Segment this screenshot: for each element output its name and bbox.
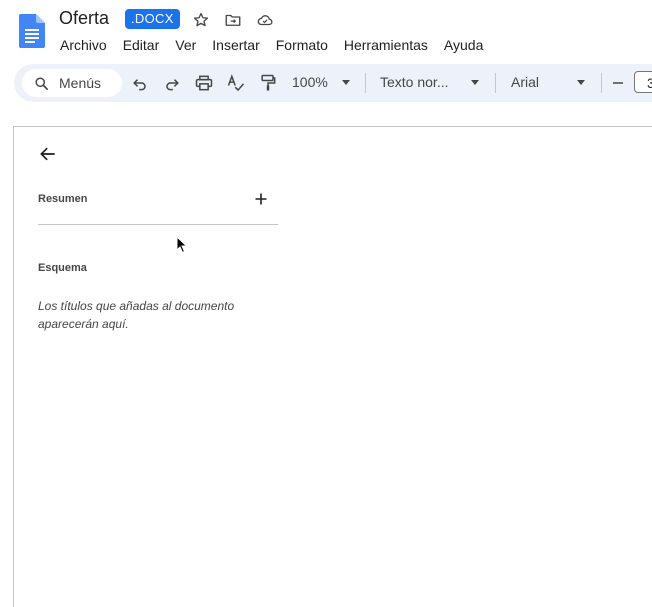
outline-heading: Esquema [38, 262, 87, 274]
toolbar-divider [601, 73, 602, 93]
toolbar-divider [495, 73, 496, 93]
back-arrow-icon[interactable] [38, 144, 58, 164]
font-size-input[interactable]: 3 [634, 71, 652, 93]
summary-divider [38, 224, 278, 225]
file-format-badge: .DOCX [125, 9, 180, 29]
move-to-folder-icon[interactable] [224, 11, 242, 29]
redo-icon[interactable] [162, 73, 182, 93]
print-icon[interactable] [194, 73, 214, 93]
font-dropdown-icon[interactable] [577, 80, 585, 85]
menu-herramientas[interactable]: Herramientas [344, 36, 428, 54]
add-summary-icon[interactable] [253, 191, 269, 207]
document-area [13, 126, 652, 607]
toolbar-divider [365, 73, 366, 93]
undo-icon[interactable] [130, 73, 150, 93]
paragraph-style-dropdown-icon[interactable] [471, 80, 479, 85]
decrease-font-size-icon[interactable] [608, 73, 628, 93]
spellcheck-icon[interactable] [226, 73, 246, 93]
menu-bar: Archivo Editar Ver Insertar Formato Herr… [60, 36, 499, 54]
cloud-saved-icon[interactable] [256, 11, 274, 29]
outline-empty-message: Los títulos que añadas al documento apar… [38, 299, 235, 331]
zoom-dropdown-icon[interactable] [342, 80, 350, 85]
search-menus-label: Menús [59, 75, 102, 91]
star-icon[interactable] [192, 11, 210, 29]
menu-archivo[interactable]: Archivo [60, 36, 107, 54]
paragraph-style-select[interactable]: Texto nor... [380, 74, 448, 90]
docs-logo-icon[interactable] [19, 14, 45, 48]
mouse-pointer-icon [176, 236, 188, 254]
menu-ver[interactable]: Ver [175, 36, 196, 54]
menu-formato[interactable]: Formato [276, 36, 328, 54]
document-title[interactable]: Oferta [59, 8, 109, 29]
menu-editar[interactable]: Editar [123, 36, 160, 54]
search-icon [35, 77, 48, 90]
paint-format-icon[interactable] [258, 73, 278, 93]
search-menus-button[interactable]: Menús [22, 69, 122, 97]
zoom-select[interactable]: 100% [292, 74, 328, 90]
font-select[interactable]: Arial [511, 74, 539, 90]
menu-insertar[interactable]: Insertar [212, 36, 259, 54]
menu-ayuda[interactable]: Ayuda [444, 36, 483, 54]
toolbar: Menús 100% Texto nor... Arial 3 [14, 64, 652, 102]
summary-heading: Resumen [38, 193, 88, 205]
